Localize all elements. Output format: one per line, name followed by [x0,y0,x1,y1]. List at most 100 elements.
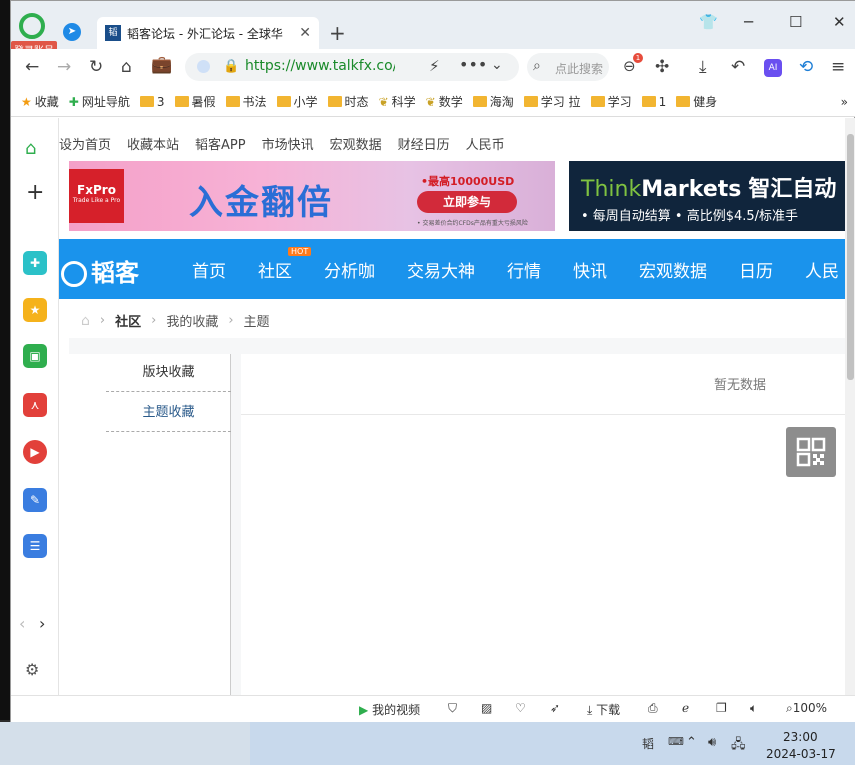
sidebar-image-ai-icon[interactable]: ▣ [23,344,47,368]
chevron-down-icon[interactable]: ⌄ [491,57,503,73]
top-link[interactable]: 市场快讯 [262,134,314,153]
sidebar-add-icon[interactable]: + [26,180,44,205]
top-link[interactable]: 财经日历 [398,134,450,153]
bookmark-item[interactable]: 小学 [276,93,318,110]
bookmark-item[interactable]: ✚ 网址导航 [69,93,130,110]
sidebar-star-icon[interactable]: ★ [23,298,47,322]
nav-item[interactable]: 行情 [507,257,541,282]
bookmark-item[interactable]: ★ 收藏 [21,93,59,110]
print-icon[interactable]: ⎙ [648,701,658,716]
breadcrumb-home-icon[interactable]: ⌂ [81,313,90,329]
sidebar-video-ai-icon[interactable]: ▶ [23,440,47,464]
forward-button[interactable]: → [57,57,71,77]
nav-item[interactable]: 人民 [805,257,839,282]
bookmarks-bar: ★ 收藏 ✚ 网址导航 3 暑假 书法 小学 时态 ❦ 科学 ❦ 数学 海淘 学习 拉学习 1 健身 » [11,87,855,117]
nav-item[interactable]: 宏观数据 [639,257,707,282]
breadcrumb-favorites[interactable]: 我的收藏 [166,311,218,330]
top-link[interactable]: 人民币 [466,134,505,153]
volume-tray-icon[interactable]: 🔊︎ [708,735,716,750]
bookmark-item[interactable]: 学习 拉 [523,93,581,110]
nav-item[interactable]: 分析咖 [324,257,375,282]
sidebar-prev-icon[interactable]: ‹ [19,614,25,633]
download-status-button[interactable]: ⤓ 下载 [587,701,620,718]
image-status-icon[interactable]: ▨ [481,701,492,715]
input-method-icon[interactable]: 韬 [642,735,654,752]
tshirt-skin-icon[interactable]: 👕 [699,13,718,31]
new-tab-button[interactable]: + [329,21,346,45]
bookmark-item[interactable]: 时态 [327,93,369,110]
back-button[interactable]: ← [25,57,39,77]
reload-button[interactable]: ↻ [89,57,103,77]
clock-time[interactable]: 23:00 [783,730,818,744]
top-link[interactable]: 宏观数据 [330,134,382,153]
nav-item[interactable]: 首页 [192,257,226,282]
shield-status-icon[interactable]: ⛉ [448,701,457,716]
sidebar-pdf-ai-icon[interactable]: ⋏ [23,393,47,417]
sidebar-app-icon[interactable]: ✚ [23,251,47,275]
sync-icon[interactable]: ⟲ [799,57,813,77]
extensions-icon[interactable]: ✣ [655,57,669,77]
bookmark-item[interactable]: 暑假 [174,93,216,110]
nav-item[interactable]: 交易大神 [407,257,475,282]
url-text[interactable]: https://www.talkfx.co/user [245,58,395,74]
nav-item[interactable]: 快讯 [573,257,607,282]
fxpro-banner[interactable]: FxPro Trade Like a Pro 入金翻倍 •最高10000USD 立… [69,161,555,231]
health-icon[interactable]: ♡ [515,701,526,715]
bookmark-item[interactable]: 海淘 [472,93,514,110]
zoom-control[interactable]: ⌕100% [786,701,827,716]
site-logo[interactable]: 韬客 [61,253,139,288]
top-link[interactable]: 收藏本站 [127,134,179,153]
address-bar[interactable]: 🔒 https://www.talkfx.co/user ⚡ ••• ⌄ [185,53,519,81]
sidebar-home-icon[interactable]: ⌂ [25,138,36,159]
network-tray-icon[interactable]: 🖧 [731,735,746,757]
maximize-button[interactable]: ☐ [789,13,802,31]
rocket-icon[interactable]: ➶ [550,701,560,715]
search-box[interactable]: ⌕ 点此搜索 [527,53,609,81]
bookmark-item[interactable]: ❦ 数学 [426,93,463,110]
bookmark-item[interactable]: 学习 [590,93,632,110]
bookmark-item[interactable]: 书法 [225,93,267,110]
page-scrollbar[interactable] [845,118,855,695]
menu-icon[interactable]: ≡ [831,57,845,77]
window-icon[interactable]: ❐ [716,701,727,715]
tab-active[interactable]: 韬 韬客论坛 - 外汇论坛 - 全球华 ✕ [97,17,319,49]
nav-item[interactable]: 社区 HOT [258,247,312,282]
menu-board-favorites[interactable]: 版块收藏 [106,354,231,392]
tray-expand-icon[interactable]: ⌃ [686,735,697,750]
more-icon[interactable]: ••• [459,55,487,74]
volume-icon[interactable]: 🔈︎ [750,701,757,716]
thinkmarkets-banner[interactable]: ThinkMarkets 智汇自动 • 每周自动结算 • 高比例$4.5/标准手 [569,161,845,231]
sidebar-note-ai-icon[interactable]: ✎ [23,488,47,512]
home-icon[interactable]: ⌂ [121,57,132,77]
settings-gear-icon[interactable]: ⚙ [25,660,39,679]
ai-button[interactable]: AI [764,59,782,77]
download-icon[interactable]: ⤓ [699,57,707,77]
banner-join-button[interactable]: 立即参与 [417,191,517,213]
bookmark-item[interactable]: 健身 [676,93,717,110]
top-link[interactable]: 设为首页 [59,134,111,153]
briefcase-icon[interactable]: 💼 [151,55,172,75]
qr-code-button[interactable] [786,427,836,477]
menu-topic-favorites[interactable]: 主题收藏 [106,394,231,432]
lightning-icon[interactable]: ⚡ [429,57,440,75]
keyboard-icon[interactable]: ⌨ [668,735,684,748]
telegram-icon[interactable]: ➤ [63,23,81,41]
close-window-button[interactable]: ✕ [833,13,846,31]
bookmark-item[interactable]: 3 [139,95,165,109]
breadcrumb-community[interactable]: 社区 [115,311,141,330]
tab-close-icon[interactable]: ✕ [299,25,311,41]
browser-e-icon[interactable]: ℯ [682,701,689,715]
top-link[interactable]: 韬客APP [195,134,246,153]
bookmarks-more-icon[interactable]: » [841,95,848,109]
browser-logo-icon[interactable] [19,13,45,39]
my-video-button[interactable]: ▶ 我的视频 [359,701,420,718]
bookmark-item[interactable]: ❦ 科学 [379,93,416,110]
scroll-thumb[interactable] [847,134,854,380]
nav-item[interactable]: 日历 [739,257,773,282]
undo-icon[interactable]: ↶ [731,57,745,77]
sidebar-doc-ai-icon[interactable]: ☰ [23,534,47,558]
bookmark-item[interactable]: 1 [641,95,666,109]
clock-date[interactable]: 2024-03-17 [766,747,836,761]
sidebar-next-icon[interactable]: › [39,614,45,633]
minimize-button[interactable]: ─ [744,13,753,31]
